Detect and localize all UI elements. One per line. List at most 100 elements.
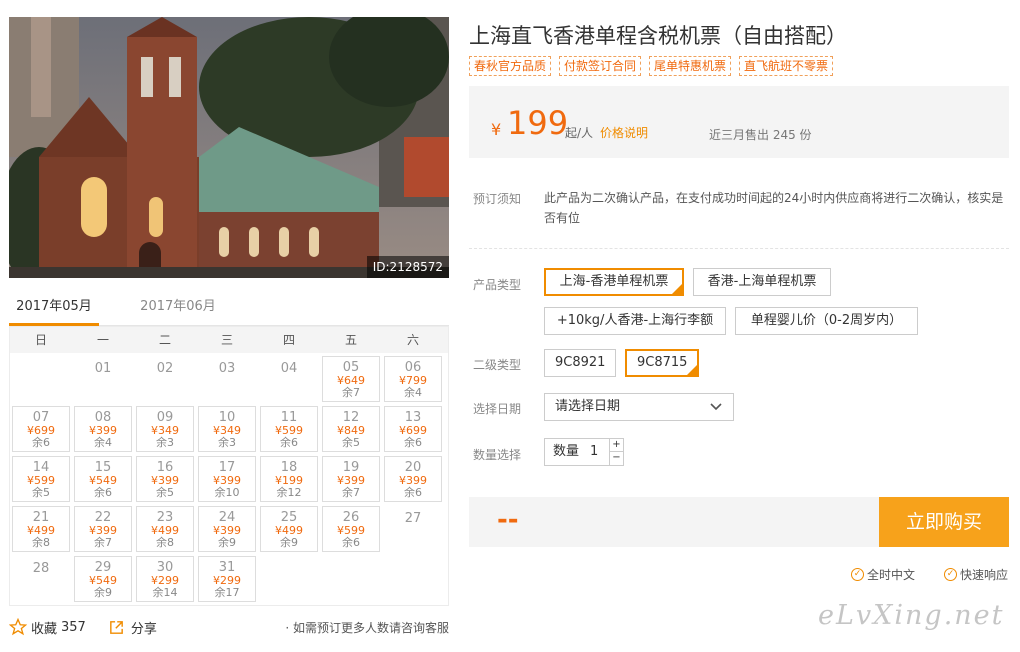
calendar-day-21[interactable]: 21 ¥499 余8 xyxy=(12,506,70,552)
calendar-day-17[interactable]: 17 ¥399 余10 xyxy=(198,456,256,502)
chevron-down-icon xyxy=(709,394,723,429)
calendar-day-14[interactable]: 14 ¥599 余5 xyxy=(12,456,70,502)
buy-now-button[interactable]: 立即购买 xyxy=(879,497,1009,547)
calendar-day-number: 02 xyxy=(156,361,174,376)
date-select[interactable]: 请选择日期 xyxy=(544,393,734,421)
calendar-day-20[interactable]: 20 ¥399 余6 xyxy=(384,456,442,502)
calendar-day-31[interactable]: 31 ¥299 余17 xyxy=(198,556,256,602)
calendar-day-16[interactable]: 16 ¥399 余5 xyxy=(136,456,194,502)
quantity-value[interactable]: 1 xyxy=(590,439,598,465)
calendar-day-08[interactable]: 08 ¥399 余4 xyxy=(74,406,132,452)
calendar-day-number: 15 xyxy=(94,460,112,475)
type-option-baggage[interactable]: +10kg/人香港-上海行李额 xyxy=(544,307,726,335)
calendar-day-number: 07 xyxy=(32,410,50,425)
calendar-day-number: 29 xyxy=(94,560,112,575)
photo-id-label: ID:2128572 xyxy=(366,256,449,278)
calendar-day-number: 19 xyxy=(342,460,360,475)
calendar-day-26[interactable]: 26 ¥599 余6 xyxy=(322,506,380,552)
tag-special-offer: 尾单特惠机票 xyxy=(649,56,732,76)
weekday-thu: 四 xyxy=(282,333,295,347)
price-explanation-link[interactable]: 价格说明 xyxy=(600,124,648,141)
tag-contract: 付款签订合同 xyxy=(559,56,642,76)
notice-text: 此产品为二次确认产品，在支付成功时间起的24小时内供应商将进行二次确认，核实是否… xyxy=(544,191,1004,225)
share-label: 分享 xyxy=(130,621,157,637)
guarantee-fast-label: 快速响应 xyxy=(960,568,1009,582)
favorite-button[interactable]: 收藏 357 xyxy=(9,618,86,637)
buy-bar: -- 立即购买 xyxy=(469,497,1009,547)
calendar-day-23[interactable]: 23 ¥499 余8 xyxy=(136,506,194,552)
weekday-fri: 五 xyxy=(344,333,357,347)
type-option-infant[interactable]: 单程婴儿价（0-2周岁内） xyxy=(735,307,918,335)
calendar-day-29[interactable]: 29 ¥549 余9 xyxy=(74,556,132,602)
favorite-count: 357 xyxy=(61,619,86,635)
calendar-day-30[interactable]: 30 ¥299 余14 xyxy=(136,556,194,602)
calendar-day-number: 10 xyxy=(218,410,236,425)
calendar-day-18[interactable]: 18 ¥199 余12 xyxy=(260,456,318,502)
tab-june-2017[interactable]: 2017年06月 xyxy=(133,292,223,326)
calendar-day-number: 17 xyxy=(218,460,236,475)
calendar-day-remaining: 余6 xyxy=(94,486,112,499)
calendar-day-number: 28 xyxy=(32,561,50,576)
guarantee-fast: ✓ 快速响应 xyxy=(944,566,1008,583)
calendar-day-number: 08 xyxy=(94,410,112,425)
tab-may-2017[interactable]: 2017年05月 xyxy=(9,292,99,326)
calendar-day-number: 11 xyxy=(280,410,298,425)
quantity-decrease-button[interactable]: − xyxy=(609,452,623,465)
calendar-day-remaining: 余5 xyxy=(32,486,50,499)
calendar-day-remaining: 余9 xyxy=(280,536,298,549)
calendar-day-22[interactable]: 22 ¥399 余7 xyxy=(74,506,132,552)
calendar-day-06[interactable]: 06 ¥799 余4 xyxy=(384,356,442,402)
calendar-day-number: 12 xyxy=(342,410,360,425)
calendar-day-remaining: 余8 xyxy=(32,536,50,549)
calendar-day-remaining: 余7 xyxy=(342,486,360,499)
calendar-day-remaining: 余14 xyxy=(152,586,178,599)
product-photo: ID:2128572 xyxy=(9,17,449,278)
calendar-day-19[interactable]: 19 ¥399 余7 xyxy=(322,456,380,502)
tag-direct-flight: 直飞航班不零票 xyxy=(739,56,834,76)
calendar-day-12[interactable]: 12 ¥849 余5 xyxy=(322,406,380,452)
calendar-day-24[interactable]: 24 ¥399 余9 xyxy=(198,506,256,552)
group-booking-hint: · 如需预订更多人数请咨询客服 xyxy=(285,620,449,635)
quantity-increase-button[interactable]: + xyxy=(609,439,623,452)
calendar-day-09[interactable]: 09 ¥349 余3 xyxy=(136,406,194,452)
sold-count: 近三月售出 245 份 xyxy=(709,128,812,142)
subtype-option-9c8715[interactable]: 9C8715 xyxy=(625,349,699,377)
calendar-day-07[interactable]: 07 ¥699 余6 xyxy=(12,406,70,452)
subtype-option-9c8921[interactable]: 9C8921 xyxy=(544,349,616,377)
calendar-day-number: 01 xyxy=(94,361,112,376)
calendar-day-15[interactable]: 15 ¥549 余6 xyxy=(74,456,132,502)
calendar-day-25[interactable]: 25 ¥499 余9 xyxy=(260,506,318,552)
total-price: -- xyxy=(497,505,519,535)
calendar-day-11[interactable]: 11 ¥599 余6 xyxy=(260,406,318,452)
calendar-day-remaining: 余8 xyxy=(156,536,174,549)
guarantee-chinese: ✓ 全时中文 xyxy=(851,566,915,583)
calendar-day-remaining: 余10 xyxy=(214,486,240,499)
calendar-day-number: 04 xyxy=(280,361,298,376)
share-button[interactable]: 分享 xyxy=(108,618,157,637)
month-tabs: 2017年05月 2017年06月 xyxy=(9,292,449,326)
price-box: ¥ 199 起/人 价格说明 近三月售出 245 份 xyxy=(469,86,1009,158)
calendar-day-number: 09 xyxy=(156,410,174,425)
calendar-day-01: 01 xyxy=(74,356,132,402)
weekday-wed: 三 xyxy=(220,333,233,347)
calendar-day-number: 24 xyxy=(218,510,236,525)
quantity-field-label: 数量 xyxy=(553,444,580,459)
calendar-day-13[interactable]: 13 ¥699 余6 xyxy=(384,406,442,452)
calendar-day-number: 03 xyxy=(218,361,236,376)
calendar-day-number: 14 xyxy=(32,460,50,475)
calendar-day-10[interactable]: 10 ¥349 余3 xyxy=(198,406,256,452)
price-currency: ¥ xyxy=(491,120,502,139)
calendar-day-remaining: 余6 xyxy=(404,486,422,499)
calendar-day-05[interactable]: 05 ¥649 余7 xyxy=(322,356,380,402)
check-icon: ✓ xyxy=(851,568,864,581)
calendar-day-number: 18 xyxy=(280,460,298,475)
calendar-day-remaining: 余12 xyxy=(276,486,302,499)
type-option-hk-sh[interactable]: 香港-上海单程机票 xyxy=(693,268,831,296)
type-option-sh-hk[interactable]: 上海-香港单程机票 xyxy=(544,268,684,296)
calendar-day-number: 27 xyxy=(404,511,422,526)
calendar-day-27: 27 xyxy=(384,506,442,552)
quantity-stepper: 数量 1 + − xyxy=(544,438,624,466)
weekday-sun: 日 xyxy=(34,333,47,347)
date-select-value: 请选择日期 xyxy=(555,399,621,414)
calendar-day-remaining: 余6 xyxy=(32,436,50,449)
